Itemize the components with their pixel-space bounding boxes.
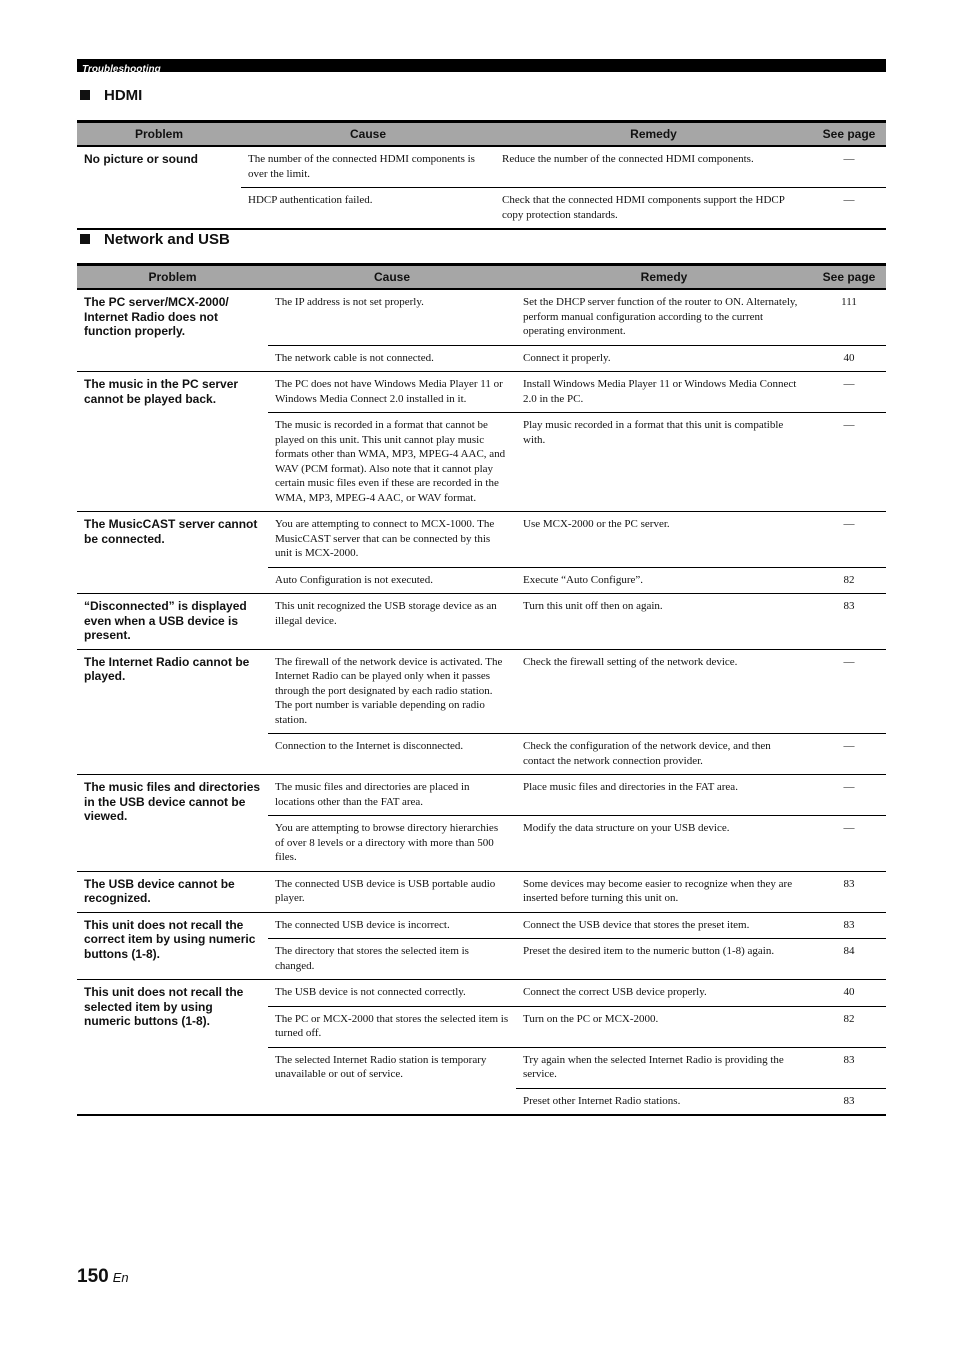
see-page-cell: 82 xyxy=(812,566,886,594)
see-page-cell: 83 xyxy=(812,1046,886,1088)
problem-cell: No picture or sound xyxy=(77,146,241,230)
see-page-cell: — xyxy=(812,733,886,775)
remedy-cell: Some devices may become easier to recogn… xyxy=(516,870,812,912)
cause-cell: You are attempting to connect to MCX-100… xyxy=(268,511,516,567)
see-page-cell: — xyxy=(812,412,886,512)
table-row: The USB device cannot be recognized. The … xyxy=(77,870,886,912)
see-page-cell: — xyxy=(843,153,855,165)
table-row: “Disconnected” is displayed even when a … xyxy=(77,593,886,649)
remedy-cell: Reduce the number of the connected HDMI … xyxy=(502,153,754,165)
table-row: The PC server/MCX-2000/ Internet Radio d… xyxy=(77,289,886,345)
remedy-cell: Connect it properly. xyxy=(516,344,812,372)
table-row: This unit does not recall the selected i… xyxy=(77,979,886,1116)
remedy-cell: Check that the connected HDMI components… xyxy=(495,187,812,230)
remedy-cell: Try again when the selected Internet Rad… xyxy=(516,1046,812,1088)
table-row: This unit does not recall the correct it… xyxy=(77,911,886,980)
cause-cell: Auto Configuration is not executed. xyxy=(268,566,516,594)
see-page-cell: — xyxy=(812,648,886,734)
remedy-cell: Place music files and directories in the… xyxy=(516,774,812,816)
cause-cell: This unit recognized the USB storage dev… xyxy=(268,593,516,649)
remedy-cell: Set the DHCP server function of the rout… xyxy=(523,296,798,337)
cause-cell: The USB device is not connected correctl… xyxy=(268,979,516,1006)
problem-cell: “Disconnected” is displayed even when a … xyxy=(77,593,268,649)
cause-cell: The PC or MCX-2000 that stores the selec… xyxy=(268,1005,516,1047)
problem-cell: The music files and directories in the U… xyxy=(77,774,268,871)
cause-cell: The music is recorded in a format that c… xyxy=(268,412,516,512)
cause-cell: The firewall of the network device is ac… xyxy=(268,648,516,734)
table-row: The MusicCAST server cannot be connected… xyxy=(77,511,886,594)
remedy-cell: Check the firewall setting of the networ… xyxy=(516,648,812,734)
see-page-cell: 40 xyxy=(812,979,886,1006)
see-page-cell: — xyxy=(812,371,886,413)
col-remedy: Remedy xyxy=(495,120,812,147)
cause-cell: Connection to the Internet is disconnect… xyxy=(268,733,516,775)
square-bullet-icon xyxy=(80,234,90,244)
section-label: Troubleshooting xyxy=(82,64,161,75)
col-see-page: See page xyxy=(812,120,886,147)
hdmi-heading: HDMI xyxy=(80,87,142,104)
cause-cell: The connected USB device is USB portable… xyxy=(268,870,516,912)
col-cause: Cause xyxy=(241,120,495,147)
remedy-cell: Preset other Internet Radio stations. xyxy=(516,1087,812,1116)
see-page-cell: 111 xyxy=(841,296,857,308)
table-row: The music in the PC server cannot be pla… xyxy=(77,371,886,512)
see-page-cell: 83 xyxy=(812,870,886,912)
table-row: No picture or sound The number of the con… xyxy=(77,146,886,230)
problem-cell: The Internet Radio cannot be played. xyxy=(77,648,268,775)
remedy-cell: Turn on the PC or MCX-2000. xyxy=(516,1005,812,1047)
see-page-cell: 83 xyxy=(812,593,886,649)
see-page-cell: 83 xyxy=(812,1087,886,1116)
square-bullet-icon xyxy=(80,90,90,100)
col-problem: Problem xyxy=(77,120,241,147)
col-problem: Problem xyxy=(77,263,268,290)
cause-cell: The music files and directories are plac… xyxy=(268,774,516,816)
remedy-cell: Play music recorded in a format that thi… xyxy=(516,412,812,512)
remedy-cell: Preset the desired item to the numeric b… xyxy=(516,938,812,980)
remedy-cell: Turn this unit off then on again. xyxy=(516,593,812,649)
remedy-cell: Connect the USB device that stores the p… xyxy=(516,911,812,939)
col-remedy: Remedy xyxy=(516,263,812,290)
see-page-cell: — xyxy=(812,187,886,230)
see-page-cell: 82 xyxy=(812,1005,886,1047)
remedy-cell: Check the configuration of the network d… xyxy=(516,733,812,775)
remedy-cell: Execute “Auto Configure”. xyxy=(516,566,812,594)
see-page-cell: — xyxy=(812,774,886,816)
remedy-cell: Install Windows Media Player 11 or Windo… xyxy=(516,371,812,413)
problem-cell: This unit does not recall the correct it… xyxy=(77,911,268,980)
problem-cell: This unit does not recall the selected i… xyxy=(77,979,268,1116)
cause-cell: The directory that stores the selected i… xyxy=(268,938,516,980)
cause-cell: You are attempting to browse directory h… xyxy=(268,815,516,871)
problem-cell: The music in the PC server cannot be pla… xyxy=(77,371,268,512)
cause-cell: The number of the connected HDMI compone… xyxy=(248,153,475,180)
see-page-cell: — xyxy=(812,815,886,871)
cause-cell: The connected USB device is incorrect. xyxy=(268,911,516,939)
cause-cell: The network cable is not connected. xyxy=(268,344,516,372)
remedy-cell: Modify the data structure on your USB de… xyxy=(516,815,812,871)
remedy-cell: Use MCX-2000 or the PC server. xyxy=(516,511,812,567)
cause-cell: The selected Internet Radio station is t… xyxy=(268,1046,516,1116)
see-page-cell: 83 xyxy=(812,911,886,939)
problem-cell: The USB device cannot be recognized. xyxy=(77,870,268,912)
see-page-cell: 84 xyxy=(812,938,886,980)
page-number: 150 En xyxy=(77,1266,129,1287)
network-usb-table: Problem Cause Remedy See page The PC ser… xyxy=(77,263,886,1116)
col-cause: Cause xyxy=(268,263,516,290)
table-row: The music files and directories in the U… xyxy=(77,774,886,871)
cause-cell: HDCP authentication failed. xyxy=(241,187,495,230)
table-row: The Internet Radio cannot be played. The … xyxy=(77,648,886,775)
problem-cell: The PC server/MCX-2000/ Internet Radio d… xyxy=(84,295,229,338)
see-page-cell: 40 xyxy=(812,344,886,372)
section-header-bar: Troubleshooting xyxy=(77,59,886,75)
cause-cell: The PC does not have Windows Media Playe… xyxy=(268,371,516,413)
col-see-page: See page xyxy=(812,263,886,290)
network-usb-heading: Network and USB xyxy=(80,231,230,248)
see-page-cell: — xyxy=(812,511,886,567)
problem-cell: The MusicCAST server cannot be connected… xyxy=(77,511,268,594)
hdmi-table: Problem Cause Remedy See page No picture… xyxy=(77,120,886,230)
cause-cell: The IP address is not set properly. xyxy=(275,296,424,308)
remedy-cell: Connect the correct USB device properly. xyxy=(516,979,812,1006)
